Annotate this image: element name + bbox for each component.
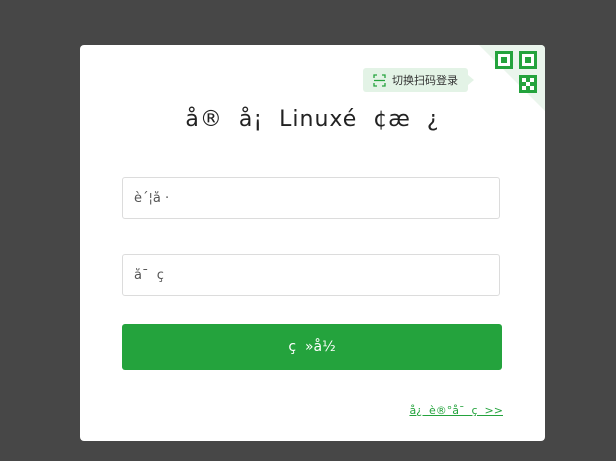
- username-field[interactable]: [122, 177, 500, 219]
- qr-code-icon: [479, 45, 545, 111]
- password-input[interactable]: [123, 255, 499, 295]
- username-input[interactable]: [123, 178, 499, 218]
- qr-login-tip[interactable]: 切换扫码登录: [363, 68, 474, 92]
- password-field[interactable]: [122, 254, 500, 296]
- qr-login-toggle[interactable]: [479, 45, 545, 111]
- forgot-password-link[interactable]: å¿ è®°å¯ ç >>: [409, 404, 503, 417]
- page-title: å® å¡ Linuxé ¢æ ¿: [185, 107, 440, 132]
- scan-icon: [373, 73, 386, 87]
- login-card: 切换扫码登录 å® å¡ Linuxé ¢æ ¿ ç »å½ å¿ è®°å¯ …: [80, 45, 545, 441]
- qr-tip-label: 切换扫码登录: [392, 74, 458, 87]
- login-button[interactable]: ç »å½: [122, 324, 502, 370]
